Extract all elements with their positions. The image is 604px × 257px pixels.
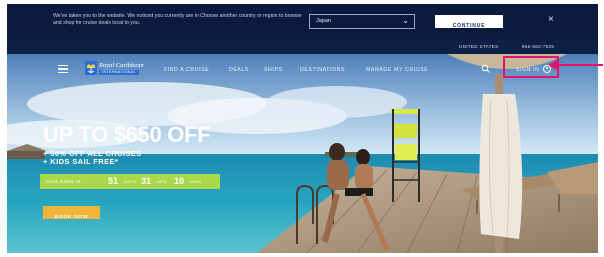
nav-item-find-a-cruise[interactable]: FIND A CRUISE (164, 67, 209, 73)
nav-item-manage-my-cruise[interactable]: MANAGE MY CRUISE (366, 67, 428, 73)
countdown-mins: 10 (174, 176, 185, 186)
nav-item-destinations[interactable]: DESTINATIONS (300, 67, 345, 73)
country-select[interactable]: Japan ⌄ (309, 14, 415, 29)
chevron-down-icon: ⌄ (402, 16, 409, 25)
countdown-days: 51 (108, 176, 119, 186)
annotation-arrow-icon (548, 60, 603, 70)
countdown-hours: 31 (141, 176, 152, 186)
continue-button-label: CONTINUE (452, 23, 486, 29)
browser-screenshot: We've taken you to the website. We notic… (7, 4, 598, 253)
crown-anchor-icon (85, 61, 97, 75)
countdown-mins-unit: MINS (190, 179, 202, 184)
utility-bar: UNITED STATES 866-562-7625 (7, 40, 598, 54)
nav-item-deals[interactable]: DEALS (229, 67, 249, 73)
countdown-label: SALE ENDS IN (46, 179, 81, 184)
sale-countdown: SALE ENDS IN 51 DAYS 31 HRS 10 MINS (40, 174, 220, 189)
banner-message: We've taken you to the website. We notic… (53, 13, 302, 26)
promo-subline-2: + KIDS SAIL FREE* (43, 157, 119, 166)
promo-headline: UP TO $650 OFF (43, 122, 211, 147)
current-country[interactable]: UNITED STATES (459, 44, 498, 49)
continue-button[interactable]: CONTINUE (435, 15, 503, 29)
close-icon[interactable]: × (548, 13, 554, 27)
country-select-value: Japan (316, 18, 331, 24)
country-banner: We've taken you to the website. We notic… (7, 4, 598, 40)
nav-item-ships[interactable]: SHIPS (264, 67, 283, 73)
search-icon[interactable] (481, 64, 491, 74)
book-now-button[interactable]: BOOK NOW (43, 206, 100, 220)
brand-logo[interactable]: Royal Caribbean INTERNATIONAL (85, 60, 144, 77)
countdown-days-unit: DAYS (124, 179, 137, 184)
logo-sub-text: INTERNATIONAL (99, 70, 139, 75)
book-now-label: BOOK NOW (54, 215, 89, 220)
countdown-hours-unit: HRS (157, 179, 167, 184)
phone-number[interactable]: 866-562-7625 (522, 44, 554, 49)
logo-brand-text: Royal Caribbean (99, 62, 144, 69)
hamburger-icon[interactable] (58, 65, 68, 73)
